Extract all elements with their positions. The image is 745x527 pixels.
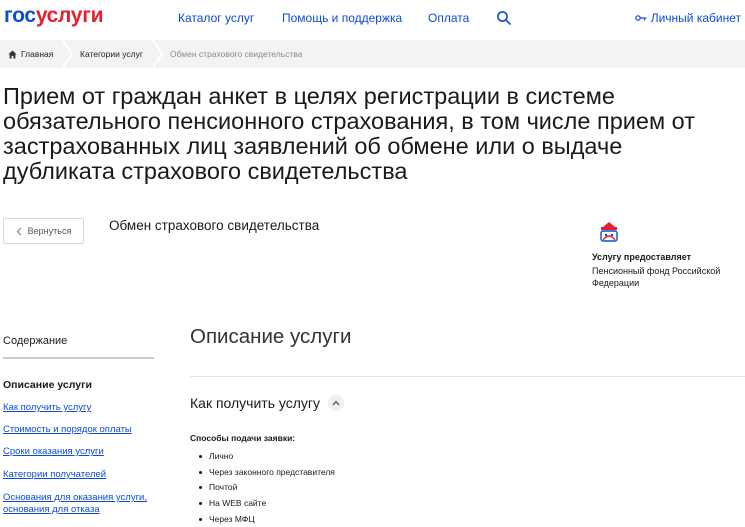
page-title: Прием от граждан анкет в целях регистрац… <box>3 83 695 184</box>
logo-part-gos: гос <box>4 4 36 27</box>
toc-divider <box>3 357 154 359</box>
bullet-icon <box>199 485 202 489</box>
back-button-label: Вернуться <box>27 226 72 236</box>
toc-link-how-to-get[interactable]: Как получить услугу <box>3 402 163 414</box>
nav-catalog-link[interactable]: Каталог услуг <box>178 11 254 25</box>
key-icon <box>634 15 647 21</box>
method-label: Через законного представителя <box>209 467 335 477</box>
breadcrumb-current: Обмен страхового свидетельства <box>170 49 303 59</box>
provider-name: Пенсионный фонд Российской Федерации <box>592 266 721 288</box>
service-name: Обмен страхового свидетельства <box>109 218 320 233</box>
bullet-icon <box>199 517 202 521</box>
collapse-button[interactable] <box>328 395 345 411</box>
breadcrumb-categories[interactable]: Категории услуг <box>80 40 143 68</box>
list-item: Через законного представителя <box>199 467 335 477</box>
personal-cabinet-link[interactable]: Личный кабинет <box>634 11 741 25</box>
bullet-icon <box>199 470 202 474</box>
toc-current-item: Описание услуги <box>3 379 92 391</box>
chevron-up-icon <box>332 400 340 406</box>
section-divider <box>190 376 745 377</box>
method-label: На WEB сайте <box>209 498 267 508</box>
methods-label: Способы подачи заявки: <box>190 433 296 443</box>
section-title: Описание услуги <box>190 325 352 348</box>
breadcrumb-home[interactable]: Главная <box>8 40 53 68</box>
breadcrumb-separator-icon <box>152 40 164 68</box>
nav-payment-link[interactable]: Оплата <box>428 11 469 25</box>
back-button[interactable]: Вернуться <box>3 218 84 244</box>
method-label: Почтой <box>209 482 238 492</box>
toc-link-cost[interactable]: Стоимость и порядок оплаты <box>3 424 163 436</box>
pfr-logo-icon <box>600 222 618 242</box>
breadcrumb-home-label: Главная <box>21 49 54 59</box>
bullet-icon <box>199 501 202 505</box>
list-item: На WEB сайте <box>199 498 266 508</box>
logo-part-uslugi: услуги <box>35 4 104 27</box>
search-icon[interactable] <box>496 10 512 26</box>
method-label: Через МФЦ <box>209 514 255 524</box>
provider-label: Услугу предоставляет <box>592 252 692 262</box>
breadcrumb: Главная Категории услуг Обмен страхового… <box>0 40 745 68</box>
subsection-title: Как получить услугу <box>190 395 321 411</box>
toc-title: Содержание <box>3 335 68 347</box>
toc-link-terms[interactable]: Сроки оказания услуги <box>3 446 163 458</box>
breadcrumb-separator-icon <box>62 40 74 68</box>
toc-link-recipients[interactable]: Категории получателей <box>3 469 163 481</box>
personal-cabinet-label: Личный кабинет <box>650 11 741 25</box>
chevron-left-icon <box>16 227 22 235</box>
list-item: Почтой <box>199 482 237 492</box>
header: госуслуги Каталог услуг Помощь и поддерж… <box>0 0 745 40</box>
list-item: Через МФЦ <box>199 514 255 524</box>
subsection-header[interactable]: Как получить услугу <box>190 395 345 411</box>
home-icon <box>8 49 17 59</box>
nav-help-link[interactable]: Помощь и поддержка <box>282 11 402 25</box>
bullet-icon <box>199 454 202 458</box>
toc-link-grounds[interactable]: Основания для оказания услуги, основания… <box>3 492 163 516</box>
gosuslugi-logo[interactable]: госуслуги <box>4 4 104 28</box>
list-item: Лично <box>199 451 233 461</box>
method-label: Лично <box>209 451 234 461</box>
